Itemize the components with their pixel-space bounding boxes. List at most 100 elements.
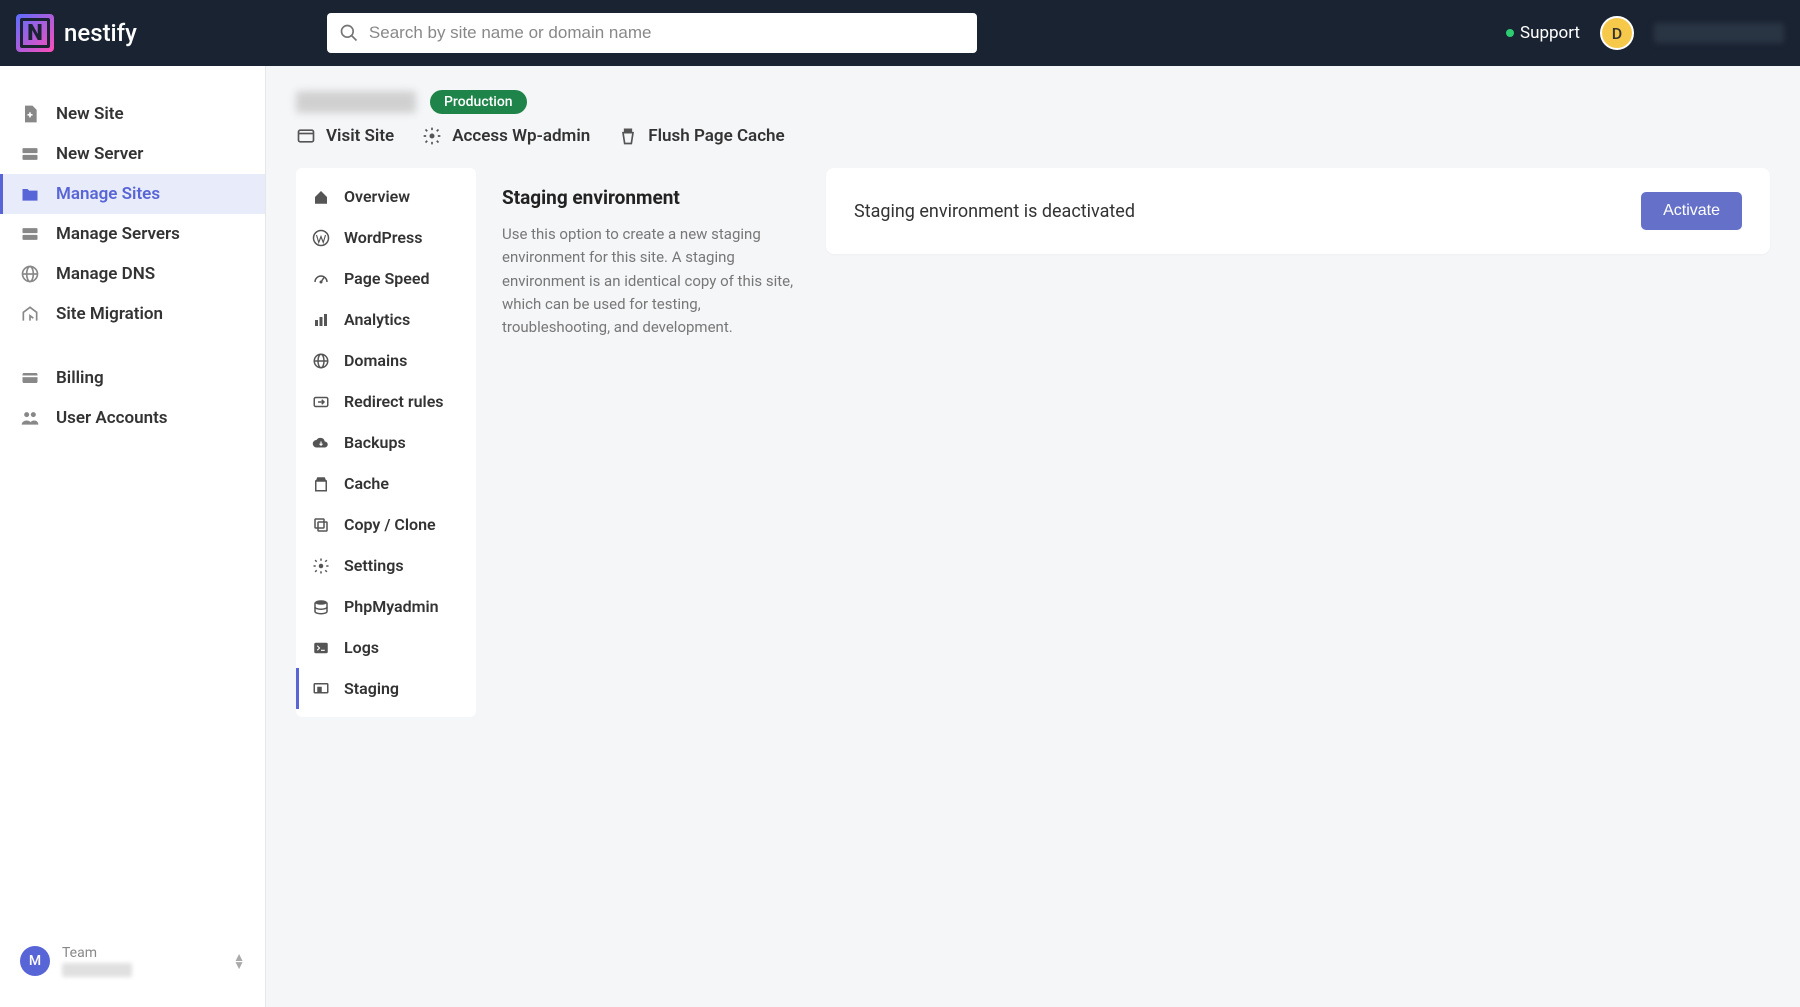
activate-button[interactable]: Activate (1641, 192, 1742, 230)
submenu-item-phpmyadmin[interactable]: PhpMyadmin (296, 586, 476, 627)
visit-site-action[interactable]: Visit Site (296, 126, 394, 146)
user-avatar[interactable]: D (1600, 16, 1634, 50)
submenu-label: Logs (344, 638, 379, 657)
server-icon (20, 144, 40, 164)
search-icon (339, 23, 359, 43)
submenu-label: Copy / Clone (344, 515, 436, 534)
submenu-item-cache[interactable]: Cache (296, 463, 476, 504)
sidebar-item-billing[interactable]: Billing (0, 358, 265, 398)
submenu-item-wordpress[interactable]: WordPress (296, 217, 476, 258)
flush-cache-action[interactable]: Flush Page Cache (618, 126, 784, 146)
submenu-item-redirect[interactable]: Redirect rules (296, 381, 476, 422)
access-wp-admin-action[interactable]: Access Wp-admin (422, 126, 590, 146)
submenu-label: Staging (344, 679, 399, 698)
sidebar-item-user-accounts[interactable]: User Accounts (0, 398, 265, 438)
sidebar-item-manage-dns[interactable]: Manage DNS (0, 254, 265, 294)
submenu-label: Analytics (344, 310, 410, 329)
copy-icon (312, 516, 330, 534)
sidebar-item-label: User Accounts (56, 408, 168, 428)
submenu-item-staging[interactable]: Staging (296, 668, 476, 709)
site-submenu: Overview WordPress Page Speed Analytics … (296, 168, 476, 717)
submenu-item-domains[interactable]: Domains (296, 340, 476, 381)
panel-description: Use this option to create a new staging … (502, 223, 802, 339)
submenu-item-overview[interactable]: Overview (296, 176, 476, 217)
gear-icon (422, 126, 442, 146)
submenu-label: Domains (344, 351, 407, 370)
submenu-item-pagespeed[interactable]: Page Speed (296, 258, 476, 299)
sidebar-item-label: Manage Sites (56, 184, 160, 204)
redirect-icon (312, 393, 330, 411)
database-icon (312, 598, 330, 616)
submenu-label: Overview (344, 187, 410, 206)
action-label: Access Wp-admin (452, 126, 590, 146)
info-panel: Staging environment Use this option to c… (502, 168, 802, 357)
card-icon (20, 368, 40, 388)
support-link[interactable]: Support (1506, 23, 1580, 43)
sidebar-item-label: Manage DNS (56, 264, 155, 284)
sidebar-item-new-server[interactable]: New Server (0, 134, 265, 174)
support-label: Support (1520, 23, 1580, 43)
brand-logo[interactable]: N nestify (16, 14, 137, 52)
window-icon (296, 126, 316, 146)
submenu-item-copy-clone[interactable]: Copy / Clone (296, 504, 476, 545)
logo-icon: N (16, 14, 54, 52)
gear-icon (312, 557, 330, 575)
terminal-icon (312, 639, 330, 657)
staging-status-card: Staging environment is deactivated Activ… (826, 168, 1770, 254)
panel-title: Staging environment (502, 186, 802, 209)
gauge-icon (312, 270, 330, 288)
action-label: Visit Site (326, 126, 394, 146)
flush-icon (618, 126, 638, 146)
submenu-item-backups[interactable]: Backups (296, 422, 476, 463)
sidebar-item-manage-sites[interactable]: Manage Sites (0, 174, 265, 214)
globe-icon (20, 264, 40, 284)
action-label: Flush Page Cache (648, 126, 784, 146)
sidebar-item-manage-servers[interactable]: Manage Servers (0, 214, 265, 254)
submenu-label: Cache (344, 474, 389, 493)
content-area: Production Visit Site Access Wp-admin Fl… (266, 66, 1800, 1007)
sidebar-item-label: Billing (56, 368, 104, 388)
top-header: N nestify Support D (0, 0, 1800, 66)
team-label: Team (62, 945, 132, 961)
home-icon (312, 188, 330, 206)
wordpress-icon (312, 229, 330, 247)
sidebar-item-label: Site Migration (56, 304, 163, 324)
team-avatar: M (20, 946, 50, 976)
site-actions: Visit Site Access Wp-admin Flush Page Ca… (296, 126, 1770, 146)
sidebar-item-new-site[interactable]: New Site (0, 94, 265, 134)
sidebar-item-label: New Site (56, 104, 124, 124)
team-name-redacted (62, 963, 132, 977)
staging-status-text: Staging environment is deactivated (854, 201, 1135, 222)
migrate-icon (20, 304, 40, 324)
team-switcher[interactable]: M Team ▲▼ (0, 935, 265, 987)
submenu-label: Backups (344, 433, 406, 452)
folder-icon (20, 184, 40, 204)
submenu-label: PhpMyadmin (344, 597, 439, 616)
search-input[interactable] (369, 23, 965, 43)
file-plus-icon (20, 104, 40, 124)
header-right: Support D (1506, 16, 1784, 50)
globe-icon (312, 352, 330, 370)
staging-icon (312, 680, 330, 698)
sidebar-item-site-migration[interactable]: Site Migration (0, 294, 265, 334)
chevron-updown-icon: ▲▼ (233, 953, 245, 969)
main-sidebar: New Site New Server Manage Sites Manage … (0, 66, 266, 1007)
site-name-redacted (296, 91, 416, 113)
submenu-label: Settings (344, 556, 404, 575)
chart-icon (312, 311, 330, 329)
cache-icon (312, 475, 330, 493)
users-icon (20, 408, 40, 428)
sidebar-item-label: New Server (56, 144, 143, 164)
cloud-icon (312, 434, 330, 452)
site-header: Production (296, 90, 1770, 114)
sidebar-item-label: Manage Servers (56, 224, 180, 244)
submenu-item-settings[interactable]: Settings (296, 545, 476, 586)
submenu-label: WordPress (344, 228, 422, 247)
server-icon (20, 224, 40, 244)
submenu-item-analytics[interactable]: Analytics (296, 299, 476, 340)
submenu-item-logs[interactable]: Logs (296, 627, 476, 668)
brand-name: nestify (64, 19, 137, 47)
user-email-redacted (1654, 23, 1784, 43)
search-box[interactable] (327, 13, 977, 53)
search-container (327, 13, 977, 53)
